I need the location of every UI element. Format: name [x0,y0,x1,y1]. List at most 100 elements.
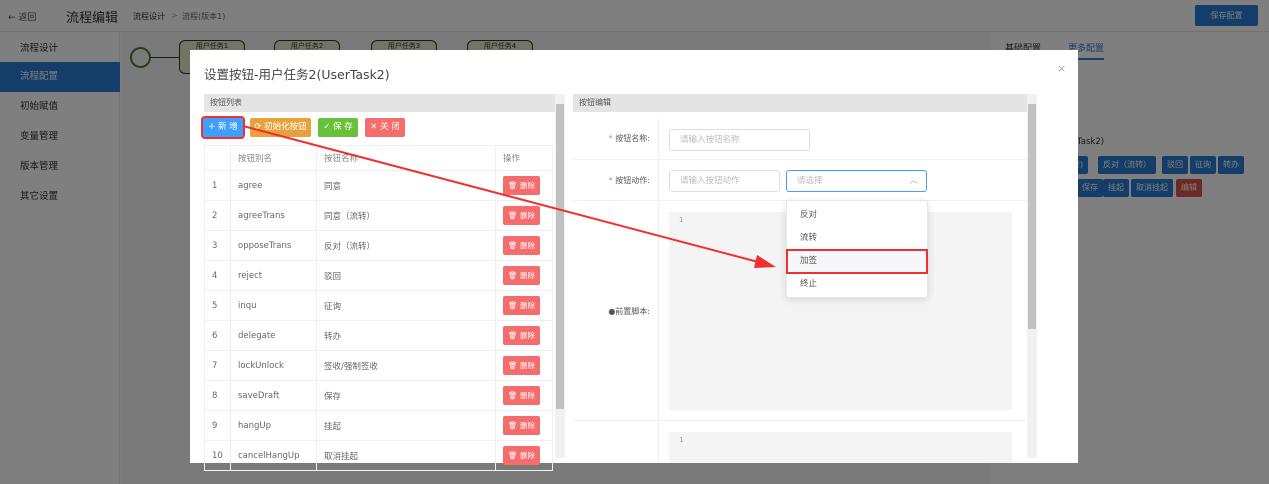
delete-button[interactable]: 🗑 删除 [503,416,540,435]
delete-label: 删除 [519,361,535,370]
row-actions: 🗑 删除 [495,170,553,201]
save-button[interactable]: ✓ 保 存 [318,118,358,137]
delete-button[interactable]: 🗑 删除 [503,326,540,345]
option-oppose[interactable]: 反对 [787,204,927,227]
action-input[interactable]: 请输入按钮动作 [669,170,780,192]
table-header: 按钮别名 按钮名称 操作 [204,145,553,171]
button-settings-dialog: 设置按钮-用户任务2(UserTask2) × 按钮列表 + 新 增 ⟳ 初始化… [190,50,1078,471]
top-bar: ← 返回 流程编辑 流程设计 > 流程(版本1) 保存配置 [0,0,1269,32]
breadcrumb-sep: > [171,11,178,20]
row-alias: agreeTrans [230,200,317,231]
row-alias: saveDraft [230,380,317,411]
sidebar-item-versions[interactable]: 版本管理 [0,152,120,182]
init-buttons-button[interactable]: ⟳ 初始化按钮 [250,118,311,137]
trash-icon: 🗑 [508,301,520,310]
row-index: 3 [204,230,231,261]
delete-button[interactable]: 🗑 删除 [503,236,540,255]
task-label: Task2) [1077,137,1105,147]
name-input[interactable]: 请输入按钮名称 [669,129,810,151]
chevron-up-icon: ︿ [909,176,918,186]
list-scrollbar[interactable] [555,94,565,458]
start-event[interactable] [130,47,151,68]
row-index: 6 [204,320,231,351]
row-index: 4 [204,260,231,291]
dialog-title: 设置按钮-用户任务2(UserTask2) [204,67,390,82]
sidebar-item-init[interactable]: 初始赋值 [0,92,120,122]
option-add-sign[interactable]: 加签 [786,249,928,274]
row-actions: 🗑 删除 [495,260,553,291]
config-button[interactable]: 转办 [1218,156,1244,174]
save-config-button[interactable]: 保存配置 [1195,5,1258,26]
close-icon[interactable]: × [1057,62,1066,75]
delete-button[interactable]: 🗑 删除 [503,266,540,285]
row-name: 同意（流转） [316,200,496,231]
list-header: 按钮列表 [204,94,555,112]
col-actions: 操作 [495,145,553,171]
delete-button[interactable]: 🗑 删除 [503,296,540,315]
row-name: 挂起 [316,410,496,441]
action-select[interactable]: 请选择 ︿ [786,170,927,192]
sidebar-item-variables[interactable]: 变量管理 [0,122,120,152]
delete-button[interactable]: 🗑 删除 [503,446,540,465]
delete-button[interactable]: 🗑 删除 [503,386,540,405]
name-label: 按钮名称: [615,134,650,143]
option-transfer[interactable]: 流转 [787,227,927,250]
row-index: 8 [204,380,231,411]
delete-button[interactable]: 🗑 删除 [503,206,540,225]
breadcrumb-current: 流程(版本1) [182,12,226,21]
sidebar-item-other[interactable]: 其它设置 [0,182,120,212]
delete-label: 删除 [519,241,535,250]
action-dropdown: 反对 流转 加签 终止 [786,200,928,298]
row-name: 征询 [316,290,496,321]
row-name: 转办 [316,320,496,351]
row-index: 5 [204,290,231,321]
config-button[interactable]: 驳回 [1162,156,1188,174]
line-number: 1 [679,216,684,224]
close-button[interactable]: ✕ 关 闭 [365,118,405,137]
form-row-name: * 按钮名称: 请输入按钮名称 [573,118,1027,160]
delete-label: 删除 [519,271,535,280]
sidebar-item-config[interactable]: 流程配置 [0,62,120,92]
col-name: 按钮名称 [316,145,496,171]
row-name: 驳回 [316,260,496,291]
row-alias: opposeTrans [230,230,317,261]
config-button[interactable]: 征询 [1190,156,1216,174]
config-button[interactable]: 挂起 [1103,179,1129,197]
back-link[interactable]: ← 返回 [8,10,36,23]
table-row: 7 lockUnlock 签收/强制签收 🗑 删除 [204,350,553,381]
trash-icon: 🗑 [508,391,520,400]
trash-icon: 🗑 [508,331,520,340]
table-row: 3 opposeTrans 反对（流转） 🗑 删除 [204,230,553,261]
select-placeholder: 请选择 [797,176,823,186]
add-button[interactable]: + 新 增 [201,116,245,139]
trash-icon: 🗑 [508,211,520,220]
delete-label: 删除 [519,421,535,430]
buttons-table: 按钮别名 按钮名称 操作 1 agree 同意 🗑 删除 2 agreeTrans 同意（流… [204,145,553,471]
delete-label: 删除 [519,331,535,340]
row-name: 保存 [316,380,496,411]
option-terminate[interactable]: 终止 [787,273,927,296]
config-button[interactable]: 反对（流转） [1098,156,1156,174]
script-editor-2[interactable]: 1 [669,432,1012,463]
row-name: 反对（流转） [316,230,496,261]
col-index [204,145,231,171]
config-button[interactable]: 编辑 [1176,179,1202,197]
delete-label: 删除 [519,181,535,190]
save-config-label: 保存配置 [1210,11,1243,20]
editor-scrollbar[interactable] [1027,94,1037,458]
table-row: 1 agree 同意 🗑 删除 [204,170,553,201]
flow-arrow [151,57,179,58]
row-actions: 🗑 删除 [495,440,553,471]
row-actions: 🗑 删除 [495,410,553,441]
row-actions: 🗑 删除 [495,200,553,231]
delete-button[interactable]: 🗑 删除 [503,356,540,375]
config-button[interactable]: 取消挂起 [1131,179,1173,197]
delete-button[interactable]: 🗑 删除 [503,176,540,195]
breadcrumb-design[interactable]: 流程设计 [133,11,165,22]
script-label: 前置脚本: [615,307,650,316]
config-button[interactable]: 保存 [1077,179,1103,197]
row-index: 9 [204,410,231,441]
line-number: 1 [679,436,684,444]
row-index: 10 [204,440,231,471]
sidebar-item-design[interactable]: 流程设计 [0,34,120,64]
